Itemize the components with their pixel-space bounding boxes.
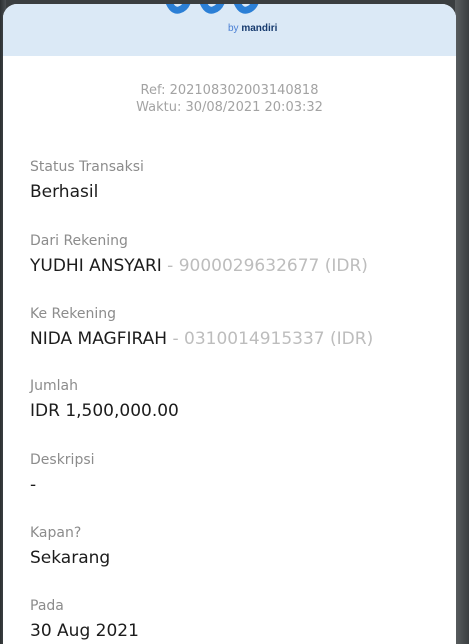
source-account-field: Dari Rekening YUDHI ANSYARI - 9000029632… bbox=[30, 232, 368, 277]
date-label: Pada bbox=[30, 598, 64, 614]
logo-tagline: by mandiri bbox=[228, 23, 277, 34]
receipt-card: by mandiri Ref: 202108302003140818 Waktu… bbox=[3, 4, 456, 644]
destination-account-number: - 0310014915337 (IDR) bbox=[167, 329, 374, 349]
status-field: Status Transaksi Berhasil bbox=[30, 158, 144, 203]
card-header: by mandiri bbox=[3, 4, 456, 56]
date-field: Pada 30 Aug 2021 bbox=[30, 597, 139, 642]
source-account-value: YUDHI ANSYARI - 9000029632677 (IDR) bbox=[30, 255, 368, 277]
source-account-label: Dari Rekening bbox=[30, 233, 128, 249]
amount-field: Jumlah IDR 1,500,000.00 bbox=[30, 377, 179, 422]
status-value: Berhasil bbox=[30, 182, 99, 202]
reference-number: Ref: 202108302003140818 bbox=[140, 83, 319, 98]
date-value: 30 Aug 2021 bbox=[30, 621, 139, 641]
background-edge-right bbox=[455, 0, 469, 644]
when-field: Kapan? Sekarang bbox=[30, 524, 110, 569]
destination-account-value: NIDA MAGFIRAH - 0310014915337 (IDR) bbox=[30, 328, 373, 350]
description-field: Deskripsi - bbox=[30, 451, 95, 496]
when-value: Sekarang bbox=[30, 548, 111, 568]
when-label: Kapan? bbox=[30, 525, 82, 541]
receipt-reference: Ref: 202108302003140818 Waktu: 30/08/202… bbox=[3, 82, 456, 116]
description-label: Deskripsi bbox=[30, 452, 95, 468]
logo-by-text: by bbox=[228, 23, 239, 34]
amount-label: Jumlah bbox=[30, 378, 78, 394]
destination-account-name: NIDA MAGFIRAH bbox=[30, 329, 168, 349]
amount-value: IDR 1,500,000.00 bbox=[30, 401, 179, 421]
livin-logo bbox=[165, 4, 259, 14]
status-label: Status Transaksi bbox=[30, 159, 144, 175]
destination-account-field: Ke Rekening NIDA MAGFIRAH - 031001491533… bbox=[30, 305, 373, 350]
description-value: - bbox=[30, 475, 37, 495]
destination-account-label: Ke Rekening bbox=[30, 306, 117, 322]
source-account-number: - 9000029632677 (IDR) bbox=[161, 256, 368, 276]
source-account-name: YUDHI ANSYARI bbox=[30, 256, 162, 276]
logo-brand-text: mandiri bbox=[241, 23, 278, 34]
transaction-time: Waktu: 30/08/2021 20:03:32 bbox=[136, 100, 323, 115]
